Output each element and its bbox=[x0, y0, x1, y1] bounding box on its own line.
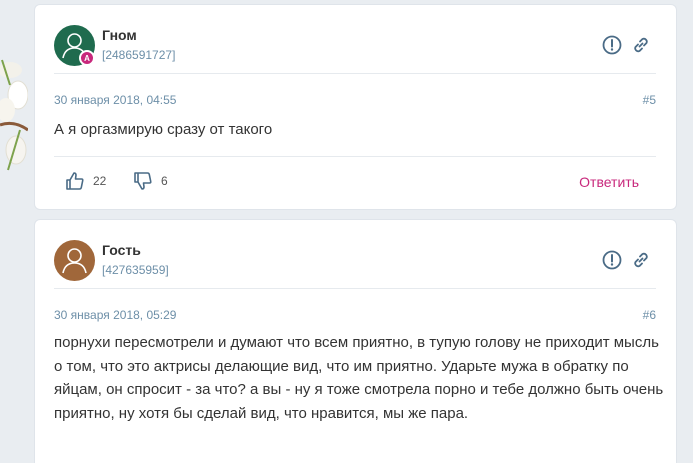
avatar[interactable] bbox=[54, 240, 95, 281]
like-count: 22 bbox=[93, 174, 107, 188]
comment-card: Гость [427635959] 30 января 2018, 05:29 … bbox=[34, 219, 677, 463]
comment-number[interactable]: #6 bbox=[643, 308, 656, 322]
thumbs-down-icon bbox=[134, 172, 152, 190]
comment-number[interactable]: #5 bbox=[643, 93, 656, 107]
author-id: [427635959] bbox=[102, 263, 169, 277]
background-flower-decoration bbox=[0, 59, 28, 171]
comment-date: 30 января 2018, 04:55 bbox=[54, 93, 177, 107]
avatar[interactable]: A bbox=[54, 25, 95, 66]
report-button[interactable] bbox=[601, 249, 623, 271]
reply-button[interactable]: Ответить bbox=[579, 174, 639, 190]
comment-text: А я оргазмирую сразу от такого bbox=[54, 121, 273, 138]
like-button[interactable]: 22 bbox=[65, 171, 106, 191]
author-name[interactable]: Гном bbox=[102, 27, 137, 43]
author-name[interactable]: Гость bbox=[102, 242, 141, 258]
report-icon bbox=[602, 250, 622, 270]
divider bbox=[54, 288, 656, 289]
thumbs-up-icon bbox=[66, 172, 84, 190]
copy-link-button[interactable] bbox=[630, 249, 652, 271]
link-icon bbox=[634, 37, 648, 53]
author-id: [2486591727] bbox=[102, 48, 176, 62]
comment-card: A Гном [2486591727] 30 января 2018, 04:5… bbox=[34, 4, 677, 210]
divider bbox=[54, 156, 656, 157]
divider bbox=[54, 73, 656, 74]
comment-date: 30 января 2018, 05:29 bbox=[54, 308, 177, 322]
person-icon bbox=[54, 240, 95, 281]
report-icon bbox=[602, 35, 622, 55]
dislike-button[interactable]: 6 bbox=[133, 171, 168, 191]
comment-text: порнухи пересмотрели и думают что всем п… bbox=[54, 334, 664, 422]
author-badge: A bbox=[79, 50, 95, 66]
report-button[interactable] bbox=[601, 34, 623, 56]
copy-link-button[interactable] bbox=[630, 34, 652, 56]
link-icon bbox=[634, 252, 648, 268]
dislike-count: 6 bbox=[161, 174, 168, 188]
